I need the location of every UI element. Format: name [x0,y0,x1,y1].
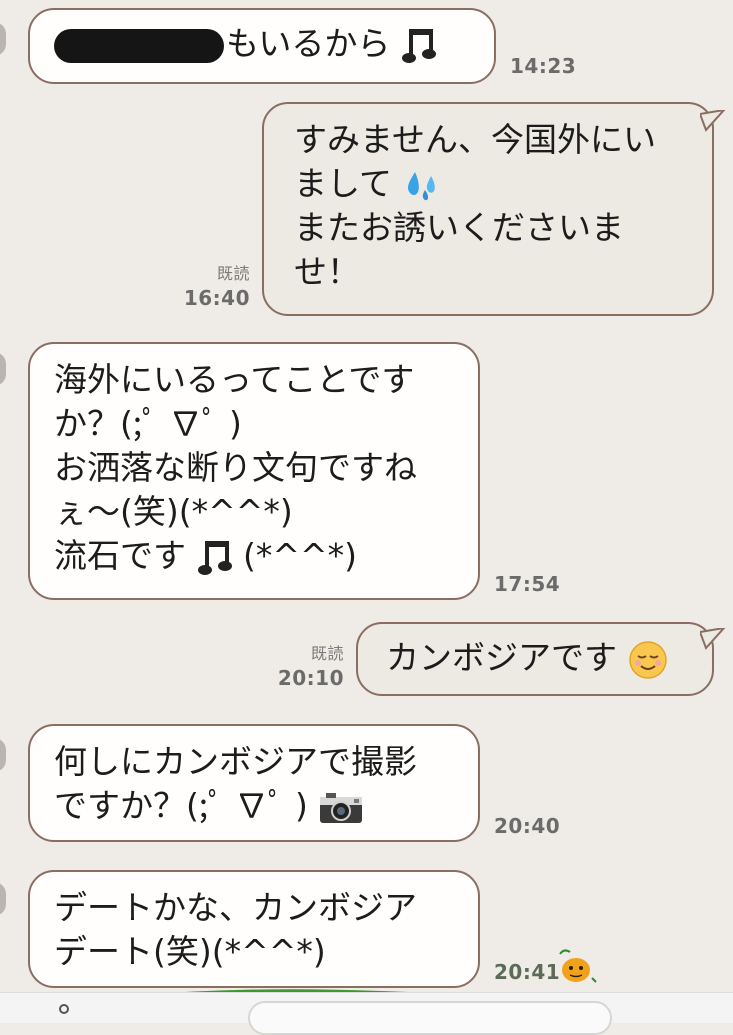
music-notes-icon [401,28,436,63]
redacted-name [54,28,224,63]
message-time: 20:40 [494,814,561,838]
message-line: (*^^*) [243,536,358,575]
message-line: 何しにカンボジアで撮影 [54,742,417,781]
message-line: せ！ [294,252,360,291]
message-line: まして [294,164,393,203]
read-receipt: 既読 [216,264,250,283]
message-line: ですか？(;ﾟ ∇ﾟ ) [54,786,308,825]
message-bubble-incoming[interactable]: 海外にいるってことです か？(;ﾟ ∇ﾟ ) お洒落な断り文句ですね ぇ～(笑)… [28,342,480,600]
bubble-tail [700,110,726,132]
message-bubble-outgoing[interactable]: すみません、今国外にい まして またお誘いくださいま せ！ [262,102,714,316]
message-time: 20:10 [277,666,344,690]
message-bubble-incoming[interactable]: もいるから [28,8,496,84]
sweat-drops-icon [407,171,435,200]
message-line: 海外にいるってことです [54,360,415,399]
message-input[interactable] [248,1001,612,1035]
message-line: ぇ～(笑)(*^^*) [54,492,293,531]
read-receipt: 既読 [310,644,344,663]
bubble-tail [700,628,726,650]
message-time: 14:23 [510,54,577,78]
sticker-character-icon [559,949,597,983]
message-time: 17:54 [494,572,561,596]
message-bubble-outgoing[interactable]: カンボジアです [356,622,714,696]
message-line: デートかな、カンボジア [54,888,417,927]
person-icon[interactable] [52,1001,76,1021]
message-text: もいるから [226,24,391,63]
sender-avatar[interactable] [0,22,6,56]
message-time: 16:40 [183,286,250,310]
message-line: か？(;ﾟ ∇ﾟ ) [54,404,242,443]
music-notes-icon [197,540,232,575]
relieved-face-icon [628,640,667,679]
message-line: すみません、今国外にい [294,120,657,159]
message-bubble-incoming[interactable]: 何しにカンボジアで撮影 ですか？(;ﾟ ∇ﾟ ) [28,724,480,842]
message-line: またお誘いくださいま [294,208,624,247]
message-meta: 既読 20:10 [270,642,344,690]
message-line: お洒落な断り文句ですね [54,448,417,487]
message-meta: 既読 16:40 [180,262,250,310]
message-time: 20:41 [494,960,561,984]
message-line: 流石です [54,536,186,575]
sender-avatar[interactable] [0,882,6,916]
sender-avatar[interactable] [0,738,6,772]
camera-icon [320,792,363,823]
message-text: カンボジアです [386,638,617,677]
sender-avatar[interactable] [0,352,6,386]
